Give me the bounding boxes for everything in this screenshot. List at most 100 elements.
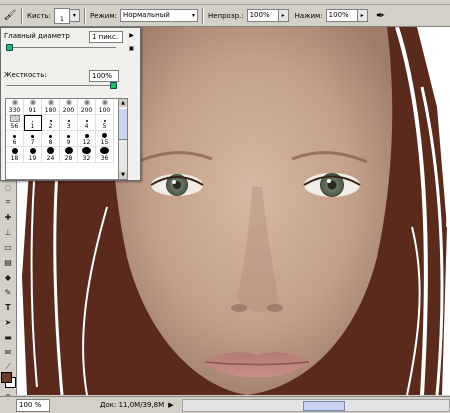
hard-brush-tip-icon: [31, 135, 34, 138]
brush-preset-size: 18: [10, 155, 19, 162]
hard-brush-tip-icon: [85, 120, 88, 122]
brush-preset[interactable]: 15: [96, 131, 114, 147]
brush-preset-size: 15: [100, 139, 109, 146]
brush-preset[interactable]: 56: [6, 115, 24, 131]
brush-preset-size: 330: [8, 107, 21, 114]
mode-value: Нормальный: [122, 11, 170, 19]
slider-knob[interactable]: [110, 82, 117, 89]
brush-preset[interactable]: 19: [24, 147, 42, 163]
brush-preset[interactable]: 12: [78, 131, 96, 147]
hard-brush-tip-icon: [11, 148, 18, 154]
chevron-down-icon: ▾: [191, 12, 195, 19]
eraser-icon[interactable]: ▭: [1, 240, 15, 254]
separator: [21, 7, 23, 24]
zoom-field[interactable]: 100 %: [16, 398, 50, 412]
status-menu-arrow-icon[interactable]: ▶: [168, 401, 173, 409]
brush-preset-size: 19: [28, 155, 37, 162]
brush-preset[interactable]: 4: [78, 115, 96, 131]
opacity-field[interactable]: 100%: [246, 9, 279, 22]
brush-preset-size: 5: [102, 123, 107, 130]
crop-icon[interactable]: ⌗: [1, 195, 15, 209]
blur-icon[interactable]: ◆: [1, 270, 15, 284]
hardness-slider[interactable]: [6, 82, 117, 89]
flow-field[interactable]: 100%: [325, 9, 358, 22]
type-icon[interactable]: T: [1, 300, 15, 314]
clone-stamp-icon[interactable]: ⊥: [1, 225, 15, 239]
opacity-label: Непрозр.:: [207, 11, 244, 20]
brush-preset[interactable]: 36: [96, 147, 114, 163]
brush-preset[interactable]: 5: [96, 115, 114, 131]
hard-brush-tip-icon: [13, 135, 16, 138]
scroll-down-icon[interactable]: ▼: [119, 171, 127, 179]
hardness-field[interactable]: 100%: [89, 70, 119, 82]
brush-preset[interactable]: 24: [42, 147, 60, 163]
foreground-color-swatch[interactable]: [1, 372, 12, 383]
airbrush-icon[interactable]: ✒: [374, 9, 388, 23]
separator: [201, 7, 204, 24]
mode-select[interactable]: Нормальный ▾: [119, 9, 198, 22]
healing-icon[interactable]: ✚: [1, 210, 15, 224]
brush-preset-size: 28: [64, 155, 73, 162]
brush-icon[interactable]: 🖌: [3, 9, 17, 23]
brush-preset[interactable]: 200: [60, 99, 78, 115]
opacity-value: 100%: [249, 11, 270, 19]
brush-preset[interactable]: 330: [6, 99, 24, 115]
master-diameter-slider[interactable]: [6, 44, 116, 51]
hard-brush-tip-icon: [100, 147, 109, 154]
brush-preset[interactable]: 180: [42, 99, 60, 115]
scroll-thumb[interactable]: [302, 400, 345, 411]
master-diameter-field[interactable]: 1 пикс.: [89, 31, 123, 43]
preset-scrollbar[interactable]: ▲ ▼: [118, 98, 128, 180]
shape-icon[interactable]: ▬: [1, 330, 15, 344]
brush-preset[interactable]: 6: [6, 131, 24, 147]
brush-preset[interactable]: 32: [78, 147, 96, 163]
brush-preset[interactable]: 2: [42, 115, 60, 131]
hard-brush-tip-icon: [32, 121, 33, 122]
horizontal-scrollbar[interactable]: [181, 398, 450, 412]
brush-preset[interactable]: 9: [60, 131, 78, 147]
brush-preset[interactable]: 7: [24, 131, 42, 147]
triangle-right-icon[interactable]: ▶: [127, 31, 136, 40]
notes-icon[interactable]: ✉: [1, 345, 15, 359]
hard-brush-tip-icon: [67, 120, 70, 122]
brush-preset-size: 7: [30, 139, 35, 146]
hard-brush-tip-icon: [103, 120, 106, 122]
flow-slider-arrow-icon[interactable]: ▸: [356, 9, 368, 22]
hard-brush-tip-icon: [67, 135, 70, 138]
master-diameter-label: Главный диаметр: [4, 32, 70, 40]
soft-brush-tip-icon: [10, 99, 19, 106]
brush-preset[interactable]: 200: [78, 99, 96, 115]
flow-value: 100%: [328, 11, 349, 19]
brush-preset-size: 9: [66, 139, 71, 146]
scroll-thumb[interactable]: [119, 108, 127, 140]
status-bar: 100 % Док: 11,0M/39,8M ▶: [0, 396, 450, 413]
soft-brush-tip-icon: [82, 99, 91, 106]
brush-preset[interactable]: 91: [24, 99, 42, 115]
new-preset-icon[interactable]: ▣: [127, 44, 136, 53]
brush-picker-arrow-icon[interactable]: ▾: [68, 9, 80, 22]
options-bar: 🖌 Кисть: 1 ▾ Режим: Нормальный ▾ Непрозр.…: [0, 5, 450, 27]
brush-preset[interactable]: 8: [42, 131, 60, 147]
brush-preset-size: 12: [82, 139, 91, 146]
gradient-icon[interactable]: ▤: [1, 255, 15, 269]
lasso-icon[interactable]: ◌: [1, 180, 15, 194]
mode-label: Режим:: [89, 11, 117, 20]
scroll-up-icon[interactable]: ▲: [119, 99, 127, 107]
pen-icon[interactable]: ✎: [1, 285, 15, 299]
brush-preset-size: 36: [100, 155, 109, 162]
brush-preset-picker[interactable]: 1: [53, 7, 70, 24]
brush-preset-size: 6: [12, 139, 17, 146]
brush-preset[interactable]: 100: [96, 99, 114, 115]
brush-preset[interactable]: 18: [6, 147, 24, 163]
brush-preset[interactable]: 28: [60, 147, 78, 163]
hard-brush-tip-icon: [29, 148, 36, 154]
brush-preset[interactable]: 3: [60, 115, 78, 131]
slider-knob[interactable]: [6, 44, 13, 51]
opacity-slider-arrow-icon[interactable]: ▸: [277, 9, 289, 22]
soft-brush-tip-icon: [64, 99, 73, 106]
brush-picker-panel: Главный диаметр 1 пикс. ▶ ▣ Жесткость: 1…: [0, 27, 141, 181]
brush-preset-size: 180: [44, 107, 57, 114]
brush-preset[interactable]: 1: [24, 115, 42, 131]
path-select-icon[interactable]: ➤: [1, 315, 15, 329]
brush-preset-grid: 330 91 180 200 200 100 56 1 2 3 4 5 6 7 8 9 12 15 18 19 24 28…: [5, 98, 119, 180]
